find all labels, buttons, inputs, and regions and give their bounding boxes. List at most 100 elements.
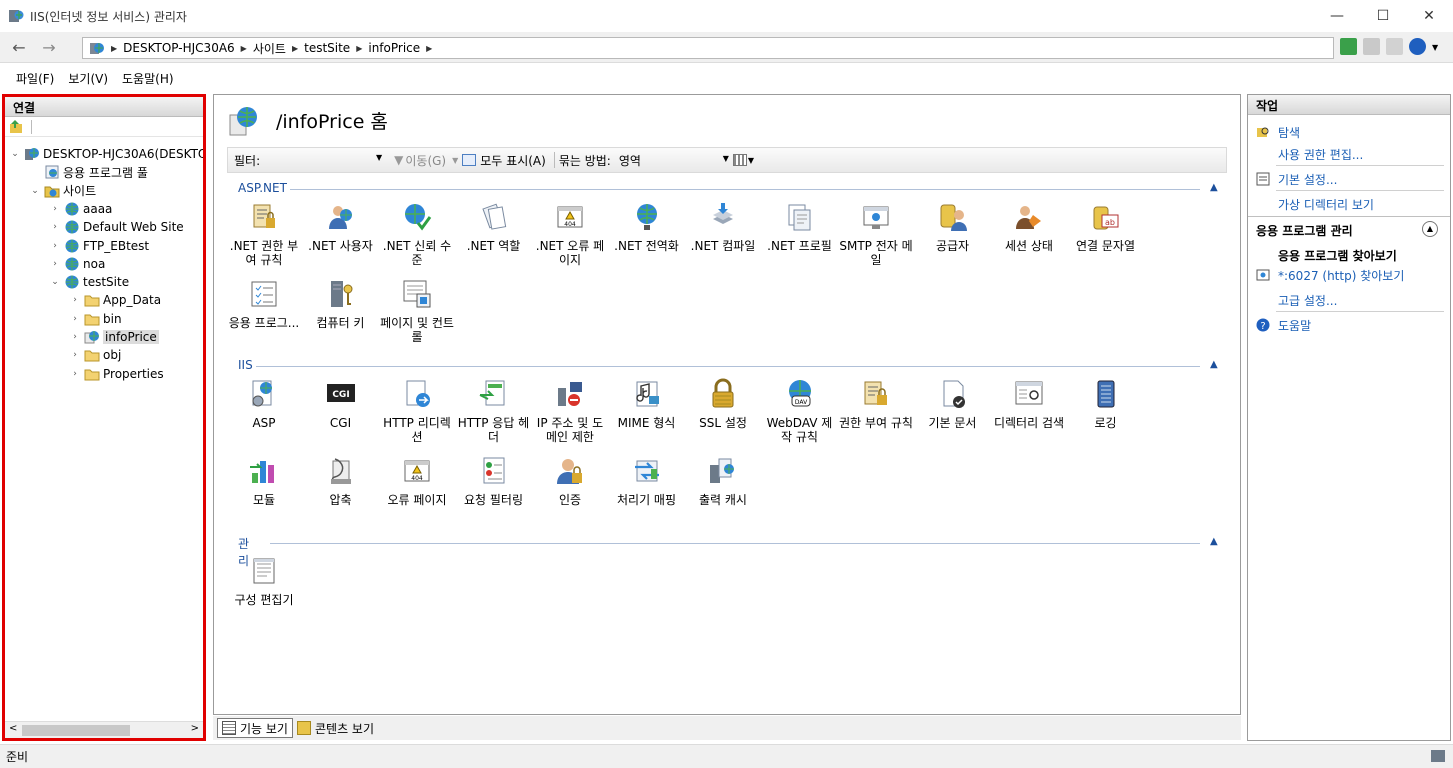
expand-toggle-icon[interactable]: ›: [69, 332, 81, 342]
expand-toggle-icon[interactable]: ›: [69, 295, 81, 305]
feature-tile[interactable]: 페이지 및 컨트롤: [379, 278, 455, 344]
feature-tile[interactable]: 기본 문서: [915, 378, 991, 430]
connect-icon[interactable]: [9, 119, 25, 135]
tree-node[interactable]: › bin: [69, 310, 121, 328]
horizontal-scrollbar[interactable]: < >: [5, 721, 203, 738]
chevron-down-icon[interactable]: ▼: [1432, 43, 1438, 55]
minimize-button[interactable]: —: [1314, 0, 1360, 32]
collapse-toggle-icon[interactable]: ⌄: [29, 186, 41, 196]
feature-tile[interactable]: 디렉터리 검색: [991, 378, 1067, 430]
feature-tile[interactable]: .NET 프로필: [762, 201, 838, 253]
feature-tile[interactable]: .NET 사용자: [303, 201, 379, 253]
show-all-button[interactable]: 모두 표시(A): [480, 152, 546, 169]
feature-tile[interactable]: 압축: [303, 455, 379, 507]
tab-content-view[interactable]: 콘텐츠 보기: [293, 718, 378, 738]
chevron-down-icon[interactable]: ▼: [748, 156, 754, 165]
tree-node[interactable]: › infoPrice: [69, 328, 159, 346]
expand-toggle-icon[interactable]: ›: [69, 369, 81, 379]
go-button[interactable]: 이동(G): [405, 152, 446, 169]
group-by-select[interactable]: 영역 ▼: [619, 152, 729, 169]
feature-tile[interactable]: HTTP 응답 헤더: [456, 378, 532, 444]
expand-toggle-icon[interactable]: ›: [69, 350, 81, 360]
feature-tile[interactable]: .NET 역할: [456, 201, 532, 253]
chevron-down-icon[interactable]: ▼: [452, 156, 458, 165]
scroll-right-icon[interactable]: >: [191, 723, 199, 734]
chevron-down-icon[interactable]: ▼: [376, 153, 382, 162]
tree-node[interactable]: ⌄ DESKTOP-HJC30A6(DESKTO: [9, 145, 203, 163]
feature-tile[interactable]: 세션 상태: [991, 201, 1067, 253]
breadcrumb-server[interactable]: DESKTOP-HJC30A6: [123, 41, 235, 55]
scroll-left-icon[interactable]: <: [9, 723, 17, 734]
home-icon[interactable]: [1386, 38, 1403, 55]
breadcrumb-infoprice[interactable]: infoPrice: [368, 41, 420, 55]
stop-icon[interactable]: [1363, 38, 1380, 55]
chevron-down-icon[interactable]: ▼: [723, 154, 729, 163]
refresh-icon[interactable]: [1340, 38, 1357, 55]
explore-link[interactable]: 탐색: [1278, 124, 1300, 141]
tree-node[interactable]: › obj: [69, 346, 121, 364]
feature-tile[interactable]: 인증: [532, 455, 608, 507]
breadcrumb-testsite[interactable]: testSite: [304, 41, 350, 55]
collapse-toggle-icon[interactable]: ⌄: [9, 149, 21, 159]
feature-tile[interactable]: 구성 편집기: [226, 555, 302, 607]
collapse-group-icon[interactable]: ▲: [1210, 536, 1218, 547]
forward-button[interactable]: →: [36, 36, 62, 58]
collapse-group-icon[interactable]: ▲: [1210, 182, 1218, 193]
expand-toggle-icon[interactable]: ›: [49, 222, 61, 232]
browse-port-link[interactable]: *:6027 (http) 찾아보기: [1278, 267, 1404, 284]
expand-toggle-icon[interactable]: ›: [69, 314, 81, 324]
feature-tile[interactable]: .NET 전역화: [609, 201, 685, 253]
menu-file[interactable]: 파일(F): [0, 70, 64, 87]
tree-node[interactable]: › noa: [49, 255, 105, 273]
scrollbar-thumb[interactable]: [22, 725, 130, 736]
feature-tile[interactable]: 권한 부여 규칙: [838, 378, 914, 430]
feature-tile[interactable]: 응용 프로그...: [226, 278, 302, 330]
tree-node[interactable]: › Default Web Site: [49, 218, 184, 236]
breadcrumb-sites[interactable]: 사이트: [253, 40, 286, 57]
view-virtual-directories-link[interactable]: 가상 디렉터리 보기: [1278, 196, 1374, 213]
close-button[interactable]: ✕: [1406, 0, 1452, 32]
feature-tile[interactable]: 모듈: [226, 455, 302, 507]
tree-node[interactable]: ⌄ 사이트: [29, 182, 96, 200]
feature-tile[interactable]: 출력 캐시: [685, 455, 761, 507]
menu-view[interactable]: 보기(V): [64, 70, 118, 87]
feature-tile[interactable]: .NET 신뢰 수준: [379, 201, 455, 267]
tree-node[interactable]: › Properties: [69, 365, 163, 383]
feature-tile[interactable]: 로깅: [1068, 378, 1144, 430]
feature-tile[interactable]: .NET 컴파일: [685, 201, 761, 253]
address-breadcrumb[interactable]: ▶ DESKTOP-HJC30A6 ▶ 사이트 ▶ testSite ▶ inf…: [82, 37, 1334, 59]
help-icon[interactable]: [1409, 38, 1426, 55]
tab-features-view[interactable]: 기능 보기: [217, 718, 293, 738]
feature-tile[interactable]: 요청 필터링: [456, 455, 532, 507]
feature-tile[interactable]: IP 주소 및 도메인 제한: [532, 378, 608, 444]
feature-tile[interactable]: SMTP 전자 메일: [838, 201, 914, 267]
filter-input[interactable]: ▼: [264, 151, 384, 169]
collapse-icon[interactable]: ▲: [1422, 221, 1438, 237]
feature-tile[interactable]: SSL 설정: [685, 378, 761, 430]
view-mode-icon[interactable]: [732, 154, 747, 166]
tree-node[interactable]: ⌄ testSite: [49, 273, 129, 291]
help-link[interactable]: 도움말: [1278, 317, 1311, 334]
feature-tile[interactable]: CGI CGI: [303, 378, 379, 430]
basic-settings-link[interactable]: 기본 설정...: [1278, 171, 1337, 188]
collapse-group-icon[interactable]: ▲: [1210, 359, 1218, 370]
tree-node[interactable]: › FTP_EBtest: [49, 237, 149, 255]
feature-tile[interactable]: HTTP 리디렉션: [379, 378, 455, 444]
collapse-toggle-icon[interactable]: ⌄: [49, 277, 61, 287]
edit-permissions-link[interactable]: 사용 권한 편집...: [1278, 146, 1363, 163]
menu-help[interactable]: 도움말(H): [118, 70, 184, 87]
tree-node[interactable]: › aaaa: [49, 200, 112, 218]
feature-tile[interactable]: 공급자: [915, 201, 991, 253]
expand-toggle-icon[interactable]: ›: [49, 259, 61, 269]
feature-tile[interactable]: ASP: [226, 378, 302, 430]
feature-tile[interactable]: 컴퓨터 키: [303, 278, 379, 330]
expand-toggle-icon[interactable]: ›: [49, 204, 61, 214]
tree-node[interactable]: › App_Data: [69, 291, 161, 309]
feature-tile[interactable]: ab 연결 문자열: [1068, 201, 1144, 253]
feature-tile[interactable]: DAV WebDAV 제작 규칙: [762, 378, 838, 444]
feature-tile[interactable]: .NET 권한 부여 규칙: [226, 201, 302, 267]
maximize-button[interactable]: ☐: [1360, 0, 1406, 32]
advanced-settings-link[interactable]: 고급 설정...: [1278, 292, 1337, 309]
tree-node[interactable]: 응용 프로그램 풀: [29, 163, 148, 181]
feature-tile[interactable]: MIME 형식: [609, 378, 685, 430]
